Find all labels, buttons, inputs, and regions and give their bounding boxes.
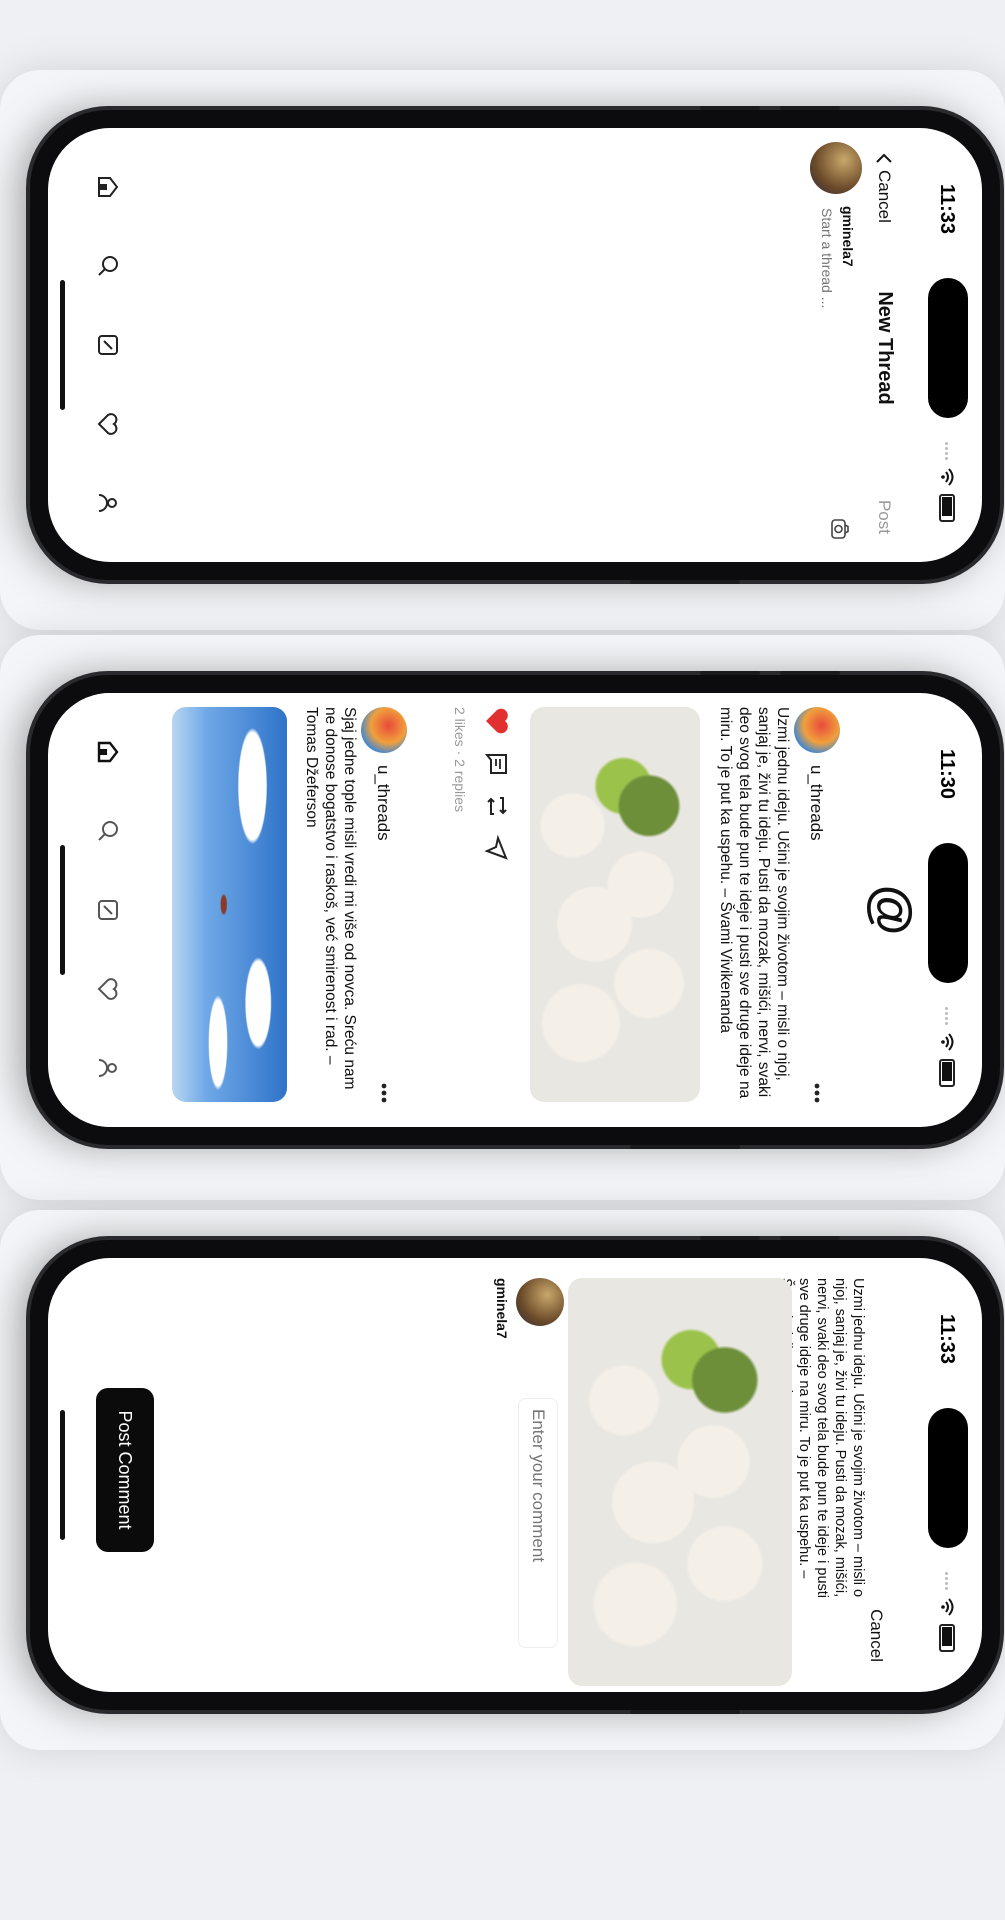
- avatar: [810, 142, 862, 194]
- battery-icon: [939, 1059, 955, 1087]
- post-image[interactable]: [172, 707, 287, 1102]
- phone-new-thread: 11:33 Cancel New Thread Post gminela7: [30, 106, 1000, 584]
- profile-icon[interactable]: [95, 490, 121, 516]
- compose-icon[interactable]: [95, 897, 121, 923]
- action-bar: [484, 707, 510, 861]
- chevron-left-icon: [876, 153, 892, 163]
- page-title: New Thread: [874, 291, 896, 405]
- username: gminela7: [494, 1278, 510, 1339]
- side-button: [780, 671, 840, 675]
- side-button: [700, 671, 760, 675]
- post-button[interactable]: Post: [874, 500, 894, 534]
- tab-bar: [78, 693, 138, 1127]
- status-icons: [939, 442, 955, 522]
- nav-bar: Cancel New Thread Post: [862, 128, 902, 562]
- post-text: Sjaj jedne tople misli vredi mi više od …: [303, 707, 358, 1090]
- cancel-label: Cancel: [875, 170, 894, 223]
- post-stats[interactable]: 2 likes · 2 replies: [452, 707, 468, 812]
- post-text: Uzmi jednu ideju. Učini je svojim životo…: [717, 707, 791, 1099]
- screen: 11:33 Cancel Uzmi jednu ideju. Učini je …: [48, 1258, 982, 1692]
- side-button: [630, 1145, 740, 1149]
- more-icon[interactable]: [814, 1083, 820, 1103]
- search-icon[interactable]: [95, 818, 121, 844]
- post-image[interactable]: [530, 707, 700, 1102]
- heart-icon[interactable]: [95, 976, 121, 1002]
- username: gminela7: [840, 206, 856, 267]
- battery-icon: [939, 494, 955, 522]
- post-1: u_threads Uzmi jednu ideju. Učini je svo…: [440, 707, 840, 1117]
- post-comment-button[interactable]: Post Comment: [96, 1388, 154, 1552]
- home-icon[interactable]: [95, 174, 121, 200]
- status-bar: 11:30: [912, 693, 982, 1127]
- compose-icon[interactable]: [95, 332, 121, 358]
- post-2: u_threads Sjaj jedne tople misli vredi m…: [172, 707, 407, 1117]
- side-button: [700, 106, 760, 110]
- side-button: [630, 1710, 740, 1714]
- thread-composer: gminela7: [782, 142, 862, 552]
- share-icon[interactable]: [484, 835, 510, 861]
- dynamic-island: [928, 843, 968, 983]
- username[interactable]: u_threads: [373, 765, 393, 841]
- tab-bar: [78, 128, 138, 562]
- profile-icon[interactable]: [95, 1055, 121, 1081]
- comment-composer: gminela7: [484, 1278, 564, 1678]
- repost-icon[interactable]: [484, 793, 510, 819]
- wifi-icon: [941, 1598, 954, 1616]
- side-button: [780, 106, 840, 110]
- screen: 11:33 Cancel New Thread Post gminela7: [48, 128, 982, 562]
- side-button: [700, 1236, 760, 1240]
- side-button: [630, 580, 740, 584]
- dynamic-island: [928, 1408, 968, 1548]
- cancel-button[interactable]: Cancel: [874, 152, 894, 223]
- status-bar: 11:33: [912, 128, 982, 562]
- screen: 11:30 @ u_threads Uzmi jednu ideju. Učin…: [48, 693, 982, 1127]
- username[interactable]: u_threads: [806, 765, 826, 841]
- status-time: 11:33: [936, 1314, 958, 1365]
- battery-icon: [939, 1624, 955, 1652]
- cancel-button[interactable]: Cancel: [866, 1609, 886, 1662]
- dynamic-island: [928, 278, 968, 418]
- more-icon[interactable]: [381, 1083, 387, 1103]
- home-icon[interactable]: [95, 739, 121, 765]
- comment-input[interactable]: [518, 1398, 558, 1648]
- quoted-post-image: [568, 1278, 792, 1686]
- status-time: 11:33: [936, 184, 958, 235]
- home-indicator[interactable]: [60, 280, 65, 410]
- home-indicator[interactable]: [60, 1410, 65, 1540]
- signal-icon: [945, 1007, 949, 1025]
- avatar: [361, 707, 407, 753]
- phone-feed: 11:30 @ u_threads Uzmi jednu ideju. Učin…: [30, 671, 1000, 1149]
- status-time: 11:30: [936, 749, 958, 800]
- search-icon[interactable]: [95, 253, 121, 279]
- camera-icon[interactable]: [830, 518, 850, 540]
- status-icons: [939, 1007, 955, 1087]
- wifi-icon: [941, 1033, 954, 1051]
- avatar: [794, 707, 840, 753]
- thread-input[interactable]: [818, 206, 836, 510]
- signal-icon: [945, 442, 949, 460]
- comment-icon[interactable]: [484, 751, 510, 777]
- status-bar: 11:33: [912, 1258, 982, 1692]
- signal-icon: [945, 1572, 949, 1590]
- status-icons: [939, 1572, 955, 1652]
- heart-filled-icon[interactable]: [484, 707, 510, 735]
- heart-icon[interactable]: [95, 411, 121, 437]
- home-indicator[interactable]: [60, 845, 65, 975]
- side-button: [780, 1236, 840, 1240]
- wifi-icon: [941, 468, 954, 486]
- avatar: [516, 1278, 564, 1326]
- phone-comment: 11:33 Cancel Uzmi jednu ideju. Učini je …: [30, 1236, 1000, 1714]
- threads-logo[interactable]: @: [862, 693, 922, 1127]
